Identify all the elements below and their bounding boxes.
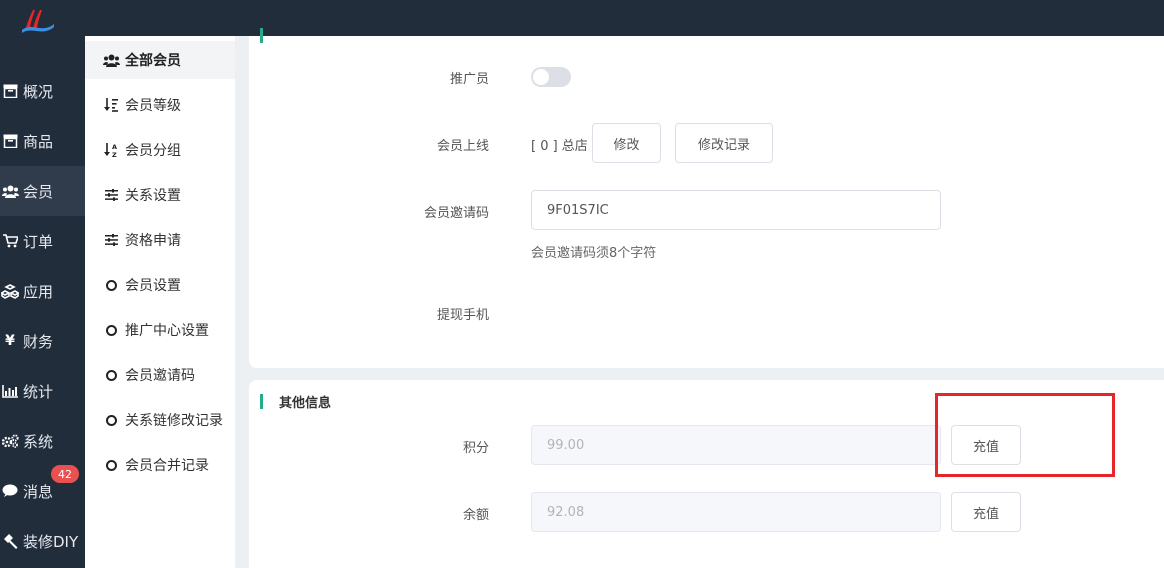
main-nav: 概况商品会员订单应用 ¥ 财务统计系统消息装修DIY	[0, 36, 85, 568]
bar-chart-icon	[0, 384, 20, 398]
submenu-item-9[interactable]: 会员合并记录	[85, 446, 235, 484]
nav-item-label: 统计	[23, 382, 54, 401]
invite-code-label: 会员邀请码	[423, 206, 489, 221]
circle-icon	[102, 279, 120, 291]
circle-icon	[102, 414, 120, 426]
nav-item-label: 系统	[23, 432, 54, 451]
nav-item-3[interactable]: 订单	[0, 216, 85, 266]
cubes-icon	[0, 283, 20, 299]
modify-record-button[interactable]: 修改记录	[675, 123, 773, 163]
cart-icon	[0, 234, 20, 248]
top-bar	[0, 0, 1164, 36]
nav-item-2[interactable]: 会员	[0, 166, 85, 216]
submenu-item-label: 关系链修改记录	[125, 413, 223, 429]
sliders-icon	[102, 189, 120, 201]
nav-item-label: 应用	[23, 282, 54, 301]
section-accent-bar	[260, 394, 263, 409]
submenu-item-5[interactable]: 会员设置	[85, 266, 235, 304]
submenu-item-label: 会员合并记录	[125, 458, 209, 474]
member-basic-panel: 推广员 会员上线 [ 0 ] 总店 修改 修改记录 会员邀请码 会员邀请码须8个…	[249, 28, 1164, 368]
upline-value: [ 0 ] 总店	[531, 139, 588, 154]
comment-icon	[0, 484, 20, 498]
balance-label: 余额	[462, 508, 489, 523]
points-label: 积分	[462, 441, 489, 456]
users-icon	[0, 185, 20, 198]
brand-logo[interactable]	[20, 8, 56, 34]
nav-item-0[interactable]: 概况	[0, 66, 85, 116]
promoter-label: 推广员	[449, 72, 489, 87]
balance-input	[531, 492, 941, 532]
submenu-item-label: 全部会员	[125, 53, 181, 69]
submenu-item-label: 推广中心设置	[125, 323, 209, 339]
invite-code-hint: 会员邀请码须8个字符	[531, 246, 657, 261]
other-info-title: 其他信息	[279, 396, 332, 411]
balance-recharge-button[interactable]: 充值	[951, 492, 1021, 532]
submenu-item-7[interactable]: 会员邀请码	[85, 356, 235, 394]
submenu-item-6[interactable]: 推广中心设置	[85, 311, 235, 349]
submenu-item-label: 会员设置	[125, 278, 181, 294]
sort-alpha-icon: AZ	[102, 142, 120, 158]
svg-text:A: A	[112, 143, 117, 151]
highlight-annotation-box	[935, 393, 1115, 477]
upline-label: 会员上线	[436, 139, 489, 154]
circle-icon	[102, 324, 120, 336]
yen-icon: ¥	[5, 333, 15, 349]
toggle-knob	[533, 69, 549, 85]
submenu-item-3[interactable]: 关系设置	[85, 176, 235, 214]
submenu-item-label: 会员邀请码	[125, 368, 195, 384]
archive-icon	[0, 84, 20, 98]
points-input	[531, 425, 941, 465]
nav-item-5[interactable]: ¥ 财务	[0, 316, 85, 366]
nav-item-label: 装修DIY	[23, 532, 79, 551]
nav-item-label: 商品	[23, 132, 54, 151]
nav-item-7[interactable]: 系统	[0, 416, 85, 466]
nav-item-9[interactable]: 装修DIY	[0, 516, 85, 566]
nav-item-label: 财务	[23, 332, 54, 351]
submenu-item-label: 资格申请	[125, 233, 181, 249]
nav-item-6[interactable]: 统计	[0, 366, 85, 416]
section-accent-bar	[260, 28, 263, 43]
submenu-item-8[interactable]: 关系链修改记录	[85, 401, 235, 439]
sort-amount-icon	[102, 98, 120, 112]
nav-item-1[interactable]: 商品	[0, 116, 85, 166]
modify-upline-button[interactable]: 修改	[592, 123, 661, 163]
users-icon	[102, 54, 120, 67]
circle-icon	[102, 369, 120, 381]
withdraw-phone-label: 提现手机	[436, 308, 489, 323]
nav-item-label: 概况	[23, 82, 54, 101]
member-submenu: 全部会员会员等级 A Z 会员分组关系设置资格申请会员设置推广中心设置 会员邀请码关系链…	[85, 36, 235, 568]
hammer-icon	[0, 533, 20, 549]
nav-item-label: 消息	[23, 482, 54, 501]
message-count-badge: 42	[51, 465, 79, 483]
content-gutter	[235, 36, 249, 568]
submenu-item-label: 会员等级	[125, 98, 181, 114]
section-header-cut	[260, 28, 263, 43]
nav-item-label: 订单	[23, 232, 54, 251]
gears-icon	[0, 434, 20, 448]
circle-icon	[102, 459, 120, 471]
invite-code-input[interactable]	[531, 190, 941, 230]
other-info-header: 其他信息	[260, 392, 331, 411]
promoter-toggle[interactable]	[531, 67, 571, 87]
nav-item-4[interactable]: 应用	[0, 266, 85, 316]
sliders-icon	[102, 234, 120, 246]
svg-text:Z: Z	[112, 151, 117, 158]
archive-icon	[0, 134, 20, 148]
submenu-item-0[interactable]: 全部会员	[85, 41, 235, 79]
submenu-item-4[interactable]: 资格申请	[85, 221, 235, 259]
submenu-item-label: 关系设置	[125, 188, 181, 204]
submenu-item-2[interactable]: A Z 会员分组	[85, 131, 235, 169]
submenu-item-label: 会员分组	[125, 143, 181, 159]
submenu-item-1[interactable]: 会员等级	[85, 86, 235, 124]
nav-item-label: 会员	[23, 182, 54, 201]
